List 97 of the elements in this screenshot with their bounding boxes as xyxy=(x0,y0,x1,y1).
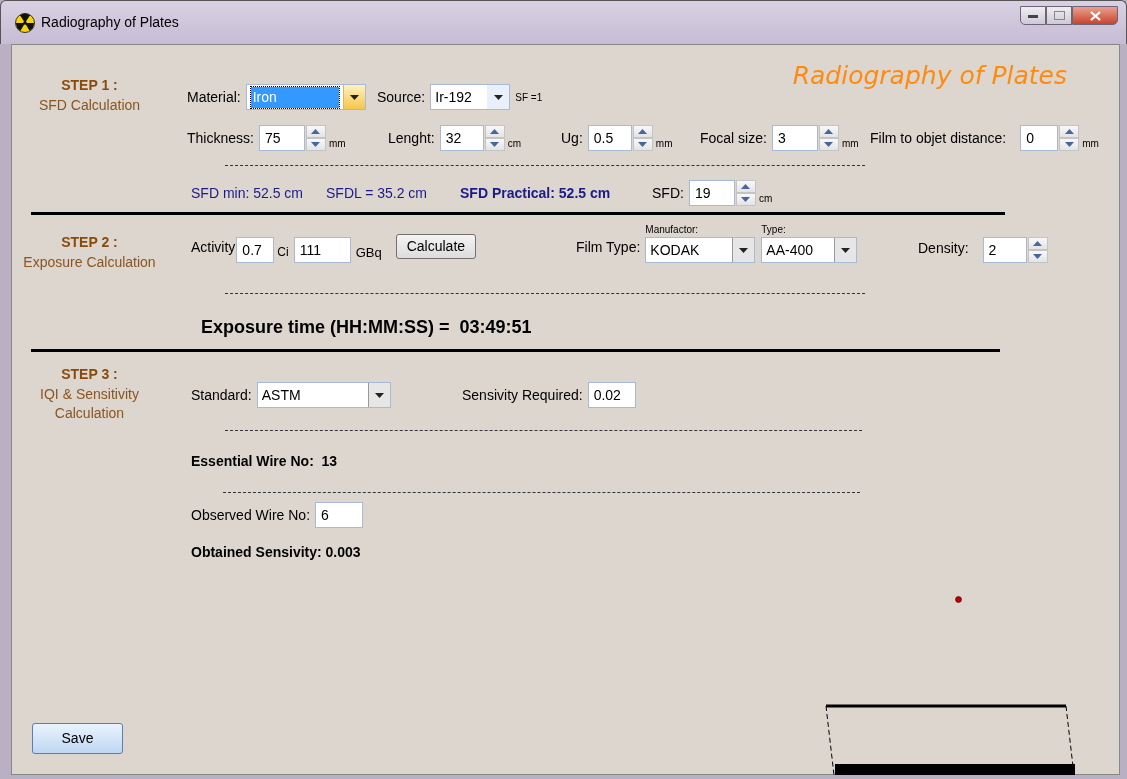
up-arrow-icon xyxy=(1064,129,1074,134)
unit-label: mm xyxy=(1082,137,1099,151)
up-arrow-icon xyxy=(311,129,321,134)
spin-up-button[interactable] xyxy=(735,180,756,193)
down-arrow-icon xyxy=(1033,254,1043,259)
ci-field[interactable]: 0.7 xyxy=(236,237,275,263)
down-arrow-icon xyxy=(638,142,648,147)
unit-label: GBq xyxy=(355,243,382,262)
close-icon xyxy=(1089,10,1101,21)
sensitivity-field[interactable]: 0.02 xyxy=(587,382,636,408)
step-subtitle: SFD Calculation xyxy=(37,96,142,115)
gbq-field[interactable]: 111 xyxy=(293,237,351,263)
maximize-icon xyxy=(1053,11,1065,20)
spin-field[interactable]: 0 xyxy=(1020,125,1059,151)
spin-down-button[interactable] xyxy=(305,138,326,151)
step-title: STEP 2 : xyxy=(60,233,119,252)
spin-field[interactable]: 0.5 xyxy=(587,125,632,151)
window-title: Radiography of Plates xyxy=(41,13,179,32)
spin-field[interactable]: 2 xyxy=(982,237,1027,263)
spin-field[interactable]: 3 xyxy=(771,125,818,151)
observed-wire-field[interactable]: 6 xyxy=(315,502,364,528)
dropdown[interactable]: ASTM xyxy=(256,382,391,408)
field-label: Film Type: xyxy=(576,238,641,257)
caret-icon xyxy=(374,392,384,398)
down-arrow-icon xyxy=(311,142,321,147)
spin-field[interactable]: 75 xyxy=(258,125,305,151)
up-arrow-icon xyxy=(741,184,751,189)
caret-icon xyxy=(349,94,359,100)
app-heading: Radiography of Plates xyxy=(792,60,1067,92)
unit-label: mm xyxy=(841,137,859,151)
spin-up-button[interactable] xyxy=(632,125,653,138)
spin-down-button[interactable] xyxy=(484,138,505,151)
unit-label: cm xyxy=(758,192,773,206)
result-text: SFD Practical: 52.5 cm xyxy=(460,183,611,203)
step-title: STEP 3 : xyxy=(60,365,119,384)
spin-down-button[interactable] xyxy=(632,138,653,151)
field-label: Material: xyxy=(187,87,241,107)
minimize-icon xyxy=(1028,13,1038,18)
step-subtitle: Exposure Calculation xyxy=(22,253,157,272)
spin-up-button[interactable] xyxy=(1059,125,1080,138)
unit-label: Ci xyxy=(277,244,289,261)
radiation-icon xyxy=(15,12,35,33)
field-label: Ug: xyxy=(561,128,583,148)
field-caption: Manufactor: xyxy=(645,223,700,237)
spin-up-button[interactable] xyxy=(484,125,505,138)
maximize-button[interactable] xyxy=(1046,6,1072,25)
field-label: Sensivity Required: xyxy=(462,385,583,405)
caret-icon xyxy=(493,94,503,100)
spin-down-button[interactable] xyxy=(1059,138,1080,151)
minimize-button[interactable] xyxy=(1020,6,1046,25)
field-label: Thickness: xyxy=(187,128,254,148)
dropdown[interactable]: KODAK xyxy=(645,237,756,263)
up-arrow-icon xyxy=(490,129,500,134)
save-button[interactable]: Save xyxy=(32,723,123,754)
field-label: Focal size: xyxy=(700,128,767,148)
field-label: Film to objet distance: xyxy=(870,128,1007,148)
caret-icon xyxy=(841,247,851,253)
step-subtitle: IQI & Sensitivity Calculation xyxy=(39,385,140,423)
unit-label: mm xyxy=(328,137,346,151)
field-label: Lenght: xyxy=(388,128,435,148)
result-text: SFDL = 35.2 cm xyxy=(326,183,428,203)
spin-field[interactable]: 32 xyxy=(439,125,484,151)
field-label: SFD: xyxy=(652,183,684,203)
field-label: Observed Wire No: xyxy=(191,505,311,525)
spin-up-button[interactable] xyxy=(818,125,839,138)
up-arrow-icon xyxy=(824,129,834,134)
caret-icon xyxy=(739,247,749,253)
step-title: STEP 1 : xyxy=(60,76,119,95)
dropdown[interactable]: AA-400 xyxy=(761,237,858,263)
calculate-button[interactable]: Calculate xyxy=(395,234,477,259)
close-button[interactable] xyxy=(1072,6,1118,25)
unit-label: cm xyxy=(507,137,522,151)
down-arrow-icon xyxy=(1064,142,1074,147)
up-arrow-icon xyxy=(1033,241,1043,246)
point-marker xyxy=(955,596,962,603)
result-text: SFD min: 52.5 cm xyxy=(191,183,304,203)
spin-down-button[interactable] xyxy=(818,138,839,151)
spin-down-button[interactable] xyxy=(735,193,756,206)
dropdown[interactable]: Ir-192 xyxy=(430,84,511,110)
obtained-sensitivity-result: Obtained Sensivity: 0.003 xyxy=(191,543,361,562)
field-label: Standard: xyxy=(191,385,252,405)
down-arrow-icon xyxy=(741,197,751,202)
field-caption: Type: xyxy=(761,223,787,237)
essential-wire-result: Essential Wire No: 13 xyxy=(191,452,338,471)
unit-label: mm xyxy=(655,137,673,151)
sf-note: SF =1 xyxy=(515,90,543,105)
field-label: Density: xyxy=(918,239,969,258)
down-arrow-icon xyxy=(490,142,500,147)
exposure-result: Exposure time (HH:MM:SS) = 03:49:51 xyxy=(201,316,532,339)
spin-up-button[interactable] xyxy=(1027,237,1048,250)
spin-field[interactable]: 19 xyxy=(688,180,735,206)
down-arrow-icon xyxy=(824,142,834,147)
spin-up-button[interactable] xyxy=(305,125,326,138)
up-arrow-icon xyxy=(638,129,648,134)
spin-down-button[interactable] xyxy=(1027,250,1048,263)
field-label: Source: xyxy=(377,87,426,107)
field-label: Activity xyxy=(191,238,236,257)
